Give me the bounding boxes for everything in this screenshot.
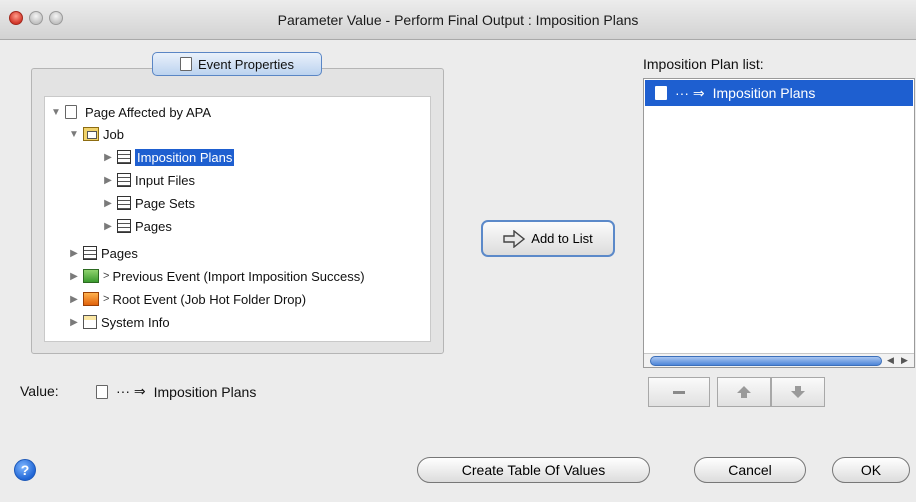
tree-item-label: Previous Event (Import Imposition Succes…	[112, 268, 365, 284]
horizontal-scrollbar[interactable]: ◀ ▶	[644, 353, 914, 367]
event-drop-icon	[83, 292, 99, 306]
tree-item-label: Page Affected by APA	[85, 104, 212, 120]
ok-button[interactable]: OK	[832, 457, 910, 483]
title-bar: Parameter Value - Perform Final Output :…	[0, 0, 916, 40]
tree-item-job-pages[interactable]: ▶ Pages	[101, 216, 172, 236]
page-icon	[179, 57, 192, 71]
event-properties-tree[interactable]: ▼ Page Affected by APA ▼ Job ▶ Impositio…	[44, 96, 431, 342]
tree-item-label: Pages	[101, 245, 138, 261]
tree-item-label: Job	[103, 126, 124, 142]
tree-item-pages[interactable]: ▶ Pages	[67, 243, 138, 263]
disclosure-collapsed-icon[interactable]: ▶	[101, 198, 115, 209]
event-properties-tab[interactable]: Event Properties	[152, 52, 322, 76]
list-item[interactable]: ··· ⇒ Imposition Plans	[645, 80, 913, 106]
tree-item-page-sets[interactable]: ▶ Page Sets	[101, 193, 195, 213]
disclosure-collapsed-icon[interactable]: ▶	[67, 271, 81, 282]
event-properties-tab-label: Event Properties	[197, 56, 295, 72]
remove-item-button[interactable]	[648, 377, 710, 407]
imposition-plan-list-label: Imposition Plan list:	[643, 56, 764, 72]
tree-item-previous-event[interactable]: ▶ > Previous Event (Import Imposition Su…	[67, 266, 365, 286]
scroll-right-icon[interactable]: ▶	[901, 355, 908, 366]
tree-item-label: Root Event (Job Hot Folder Drop)	[112, 291, 307, 307]
list-item-label: Imposition Plans	[712, 85, 816, 101]
disclosure-expanded-icon[interactable]: ▼	[67, 129, 81, 140]
event-success-icon	[83, 269, 99, 283]
arrow-up-icon	[737, 386, 751, 398]
page-icon	[96, 384, 108, 399]
table-icon	[115, 171, 131, 187]
table-icon	[115, 194, 131, 210]
add-to-list-button[interactable]: Add to List	[481, 220, 615, 257]
disclosure-collapsed-icon[interactable]: ▶	[101, 152, 115, 163]
add-to-list-label: Add to List	[531, 231, 593, 246]
move-down-button[interactable]	[771, 377, 825, 407]
disclosure-collapsed-icon[interactable]: ▶	[101, 175, 115, 186]
job-icon	[83, 127, 99, 141]
create-table-of-values-button[interactable]: Create Table Of Values	[417, 457, 650, 483]
minus-icon	[673, 390, 685, 394]
disclosure-expanded-icon[interactable]: ▼	[49, 107, 63, 118]
tree-item-input-files[interactable]: ▶ Input Files	[101, 170, 195, 190]
scroll-left-icon[interactable]: ◀	[887, 355, 894, 366]
value-label: Value:	[20, 383, 59, 399]
tree-item-imposition-plans[interactable]: ▶ Imposition Plans	[101, 147, 235, 167]
tree-item-system-info[interactable]: ▶ System Info	[67, 312, 170, 332]
table-icon	[81, 244, 97, 260]
chevron-right-icon: >	[103, 270, 110, 282]
page-icon	[655, 86, 667, 100]
imposition-plan-list[interactable]: ··· ⇒ Imposition Plans ◀ ▶	[643, 78, 915, 368]
arrow-right-icon	[503, 229, 526, 248]
tree-item-label: Imposition Plans	[135, 148, 235, 166]
disclosure-collapsed-icon[interactable]: ▶	[67, 248, 81, 259]
system-info-icon	[83, 315, 97, 329]
cancel-button[interactable]: Cancel	[694, 457, 806, 483]
chevron-right-icon: >	[103, 293, 110, 305]
list-item-prefix: ··· ⇒	[675, 84, 705, 101]
move-up-button[interactable]	[717, 377, 771, 407]
disclosure-collapsed-icon[interactable]: ▶	[67, 294, 81, 305]
page-icon	[65, 105, 77, 119]
value-prefix: ··· ⇒	[116, 383, 146, 399]
tree-item-page-affected[interactable]: ▼ Page Affected by APA	[49, 102, 211, 122]
tree-item-job[interactable]: ▼ Job	[67, 124, 124, 144]
tree-item-label: System Info	[101, 314, 170, 330]
tree-item-label: Page Sets	[135, 195, 195, 211]
tree-item-label: Pages	[135, 218, 172, 234]
value-display: ··· ⇒ Imposition Plans	[96, 383, 256, 400]
table-icon	[115, 148, 131, 164]
help-button[interactable]: ?	[14, 459, 36, 481]
tree-item-root-event[interactable]: ▶ > Root Event (Job Hot Folder Drop)	[67, 289, 306, 309]
disclosure-collapsed-icon[interactable]: ▶	[101, 221, 115, 232]
arrow-down-icon	[791, 386, 805, 398]
scrollbar-thumb[interactable]	[650, 356, 882, 366]
value-text: Imposition Plans	[153, 383, 257, 400]
window-title: Parameter Value - Perform Final Output :…	[277, 12, 639, 28]
tree-item-label: Input Files	[135, 172, 195, 188]
disclosure-collapsed-icon[interactable]: ▶	[67, 317, 81, 328]
table-icon	[115, 217, 131, 233]
